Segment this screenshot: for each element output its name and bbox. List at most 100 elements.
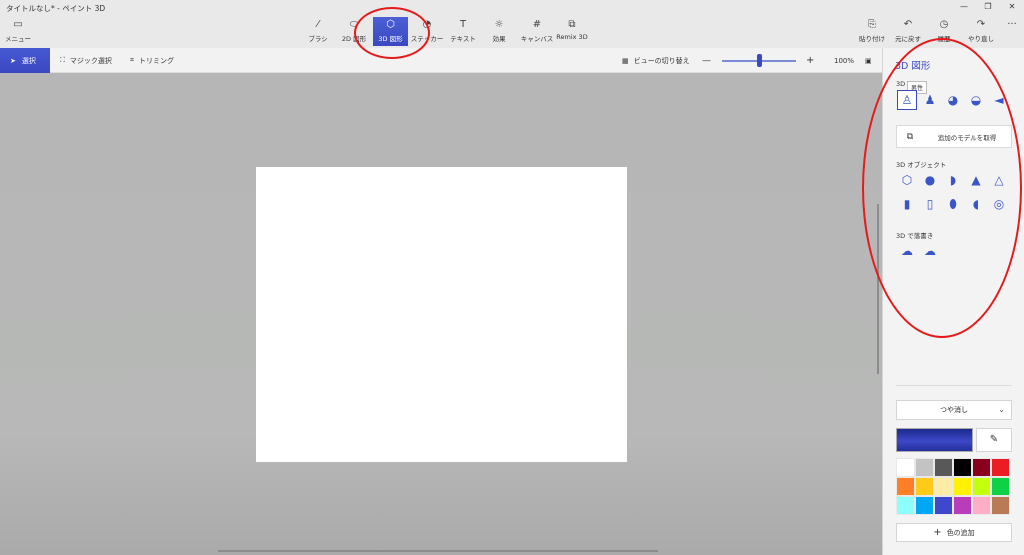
paste-icon: ⎘ bbox=[868, 19, 876, 30]
color-swatch[interactable] bbox=[934, 458, 953, 477]
tool-canvas-button[interactable]: # キャンバス bbox=[518, 17, 556, 46]
hemisphere-icon[interactable]: ◗ bbox=[943, 170, 963, 190]
tool-sticker-button[interactable]: ◔ ステッカー bbox=[410, 17, 444, 46]
grid-icon: ▦ bbox=[622, 56, 629, 65]
color-swatch[interactable] bbox=[934, 477, 953, 496]
sharp-edge-doodle-icon[interactable]: ☁ bbox=[897, 241, 917, 261]
view-toggle-label: ビューの切り替え bbox=[633, 56, 690, 65]
select-button[interactable]: ➤ 選択 bbox=[0, 48, 50, 73]
donut-icon[interactable]: ◎ bbox=[989, 194, 1009, 214]
capsule-icon[interactable]: ⬮ bbox=[943, 194, 963, 214]
color-swatch[interactable] bbox=[896, 477, 915, 496]
dog-model-icon[interactable]: ◕ bbox=[943, 90, 963, 110]
tool-label: キャンバス bbox=[520, 35, 554, 43]
tool-remix-3d-button[interactable]: ⧉ Remix 3D bbox=[556, 17, 588, 46]
cone-icon[interactable]: ▲ bbox=[966, 170, 986, 190]
cat-model-icon[interactable]: ◒ bbox=[966, 90, 986, 110]
magic-select-button[interactable]: ⛶ マジック選択 bbox=[60, 48, 112, 73]
color-swatch[interactable] bbox=[991, 458, 1010, 477]
tool-label: 2D 図形 bbox=[341, 35, 367, 43]
tool-label: Remix 3D bbox=[556, 33, 588, 41]
drawing-canvas[interactable] bbox=[256, 167, 627, 462]
get-more-models-button[interactable]: ⧉ 追加のモデルを取得 bbox=[896, 125, 1012, 148]
man-model-icon[interactable]: ♙ bbox=[897, 90, 917, 110]
sticker-icon: ◔ bbox=[422, 19, 432, 30]
plus-icon: + bbox=[933, 527, 942, 538]
tool-text-button[interactable]: T テキスト bbox=[448, 17, 478, 46]
color-swatch[interactable] bbox=[915, 496, 934, 515]
3d-objects-row-1: ⬡ ● ◗ ▲ △ bbox=[897, 170, 1009, 190]
remix-icon: ⧉ bbox=[568, 19, 576, 30]
color-swatch[interactable] bbox=[953, 496, 972, 515]
folder-icon: ▭ bbox=[13, 19, 23, 30]
3d-models-row: ♙ ♟ ◕ ◒ ◄ bbox=[897, 90, 1009, 110]
view-toggle-button[interactable]: ▦ ビューの切り替え bbox=[622, 48, 690, 73]
magic-select-icon: ⛶ bbox=[60, 56, 65, 64]
select-label: 選択 bbox=[21, 56, 36, 65]
menu-button[interactable]: ▭ メニュー bbox=[4, 17, 32, 46]
undo-button[interactable]: ↶ 元に戻す bbox=[892, 17, 924, 46]
finish-dropdown[interactable]: つや消し ⌄ bbox=[896, 400, 1012, 420]
vertical-scrollbar[interactable] bbox=[877, 204, 879, 374]
color-swatch[interactable] bbox=[953, 458, 972, 477]
curved-tube-icon[interactable]: ◖ bbox=[966, 194, 986, 214]
horizontal-scrollbar[interactable] bbox=[218, 550, 658, 552]
cube-icon[interactable]: ⬡ bbox=[897, 170, 917, 190]
title-bar: タイトルなし* - ペイント 3D — ❐ ✕ bbox=[0, 0, 1024, 15]
current-color-swatch[interactable] bbox=[896, 428, 973, 452]
image-view-button[interactable]: ▣ bbox=[865, 48, 872, 73]
color-swatch[interactable] bbox=[915, 477, 934, 496]
paste-button[interactable]: ⎘ 貼り付け bbox=[856, 17, 888, 46]
crop-label: トリミング bbox=[138, 56, 174, 65]
zoom-slider-thumb[interactable] bbox=[756, 54, 762, 67]
maximize-button[interactable]: ❐ bbox=[976, 0, 1000, 15]
color-swatch[interactable] bbox=[896, 458, 915, 477]
tool-3d-shapes-button[interactable]: ⬡ 3D 図形 bbox=[373, 17, 408, 46]
tool-effects-button[interactable]: ☼ 効果 bbox=[484, 17, 514, 46]
image-icon: ▣ bbox=[865, 56, 872, 65]
color-palette bbox=[896, 458, 1012, 515]
color-swatch[interactable] bbox=[953, 477, 972, 496]
sphere-icon[interactable]: ● bbox=[920, 170, 940, 190]
color-swatch[interactable] bbox=[972, 458, 991, 477]
color-swatch[interactable] bbox=[991, 477, 1010, 496]
add-color-label: 色の追加 bbox=[946, 528, 975, 537]
tool-2d-shapes-button[interactable]: ⬭ 2D 図形 bbox=[338, 17, 370, 46]
tool-label: 元に戻す bbox=[895, 35, 921, 43]
cylinder-icon[interactable]: ▮ bbox=[897, 194, 917, 214]
history-button[interactable]: ◷ 履歴 bbox=[930, 17, 958, 46]
tool-label: ステッカー bbox=[410, 35, 444, 43]
zoom-in-button[interactable]: + bbox=[806, 48, 814, 73]
history-icon: ◷ bbox=[939, 19, 949, 30]
color-swatch[interactable] bbox=[991, 496, 1010, 515]
color-swatch[interactable] bbox=[896, 496, 915, 515]
models-section-label: 3D bbox=[896, 80, 906, 88]
remix-icon: ⧉ bbox=[906, 131, 914, 142]
soft-edge-doodle-icon[interactable]: ☁ bbox=[920, 241, 940, 261]
3d-shapes-icon: ⬡ bbox=[386, 19, 395, 30]
close-button[interactable]: ✕ bbox=[1000, 0, 1024, 15]
color-swatch[interactable] bbox=[934, 496, 953, 515]
minimize-button[interactable]: — bbox=[952, 0, 976, 15]
add-color-button[interactable]: + 色の追加 bbox=[896, 523, 1012, 542]
text-icon: T bbox=[459, 19, 467, 30]
workspace bbox=[0, 74, 882, 555]
3d-shapes-panel: 3D 図形 3D 男性 ♙ ♟ ◕ ◒ ◄ ⧉ 追加のモデルを取得 3D オブジ… bbox=[882, 48, 1024, 555]
tool-brush-button[interactable]: ⁄ ブラシ bbox=[302, 17, 334, 46]
crop-button[interactable]: ⌗ トリミング bbox=[130, 48, 174, 73]
eyedropper-icon[interactable]: ✎ bbox=[976, 428, 1012, 452]
redo-button[interactable]: ↷ やり直し bbox=[966, 17, 996, 46]
color-swatch[interactable] bbox=[972, 477, 991, 496]
tool-label: 3D 図形 bbox=[378, 35, 403, 43]
tube-icon[interactable]: ▯ bbox=[920, 194, 940, 214]
color-swatch[interactable] bbox=[915, 458, 934, 477]
tool-label: テキスト bbox=[450, 35, 476, 43]
woman-model-icon[interactable]: ♟ bbox=[920, 90, 940, 110]
zoom-out-button[interactable]: — bbox=[702, 48, 711, 73]
color-swatch[interactable] bbox=[972, 496, 991, 515]
panel-title: 3D 図形 bbox=[895, 61, 931, 72]
effects-icon: ☼ bbox=[494, 19, 504, 30]
pyramid-icon[interactable]: △ bbox=[989, 170, 1009, 190]
more-options-button[interactable]: ··· bbox=[1004, 17, 1020, 46]
fish-model-icon[interactable]: ◄ bbox=[989, 90, 1009, 110]
